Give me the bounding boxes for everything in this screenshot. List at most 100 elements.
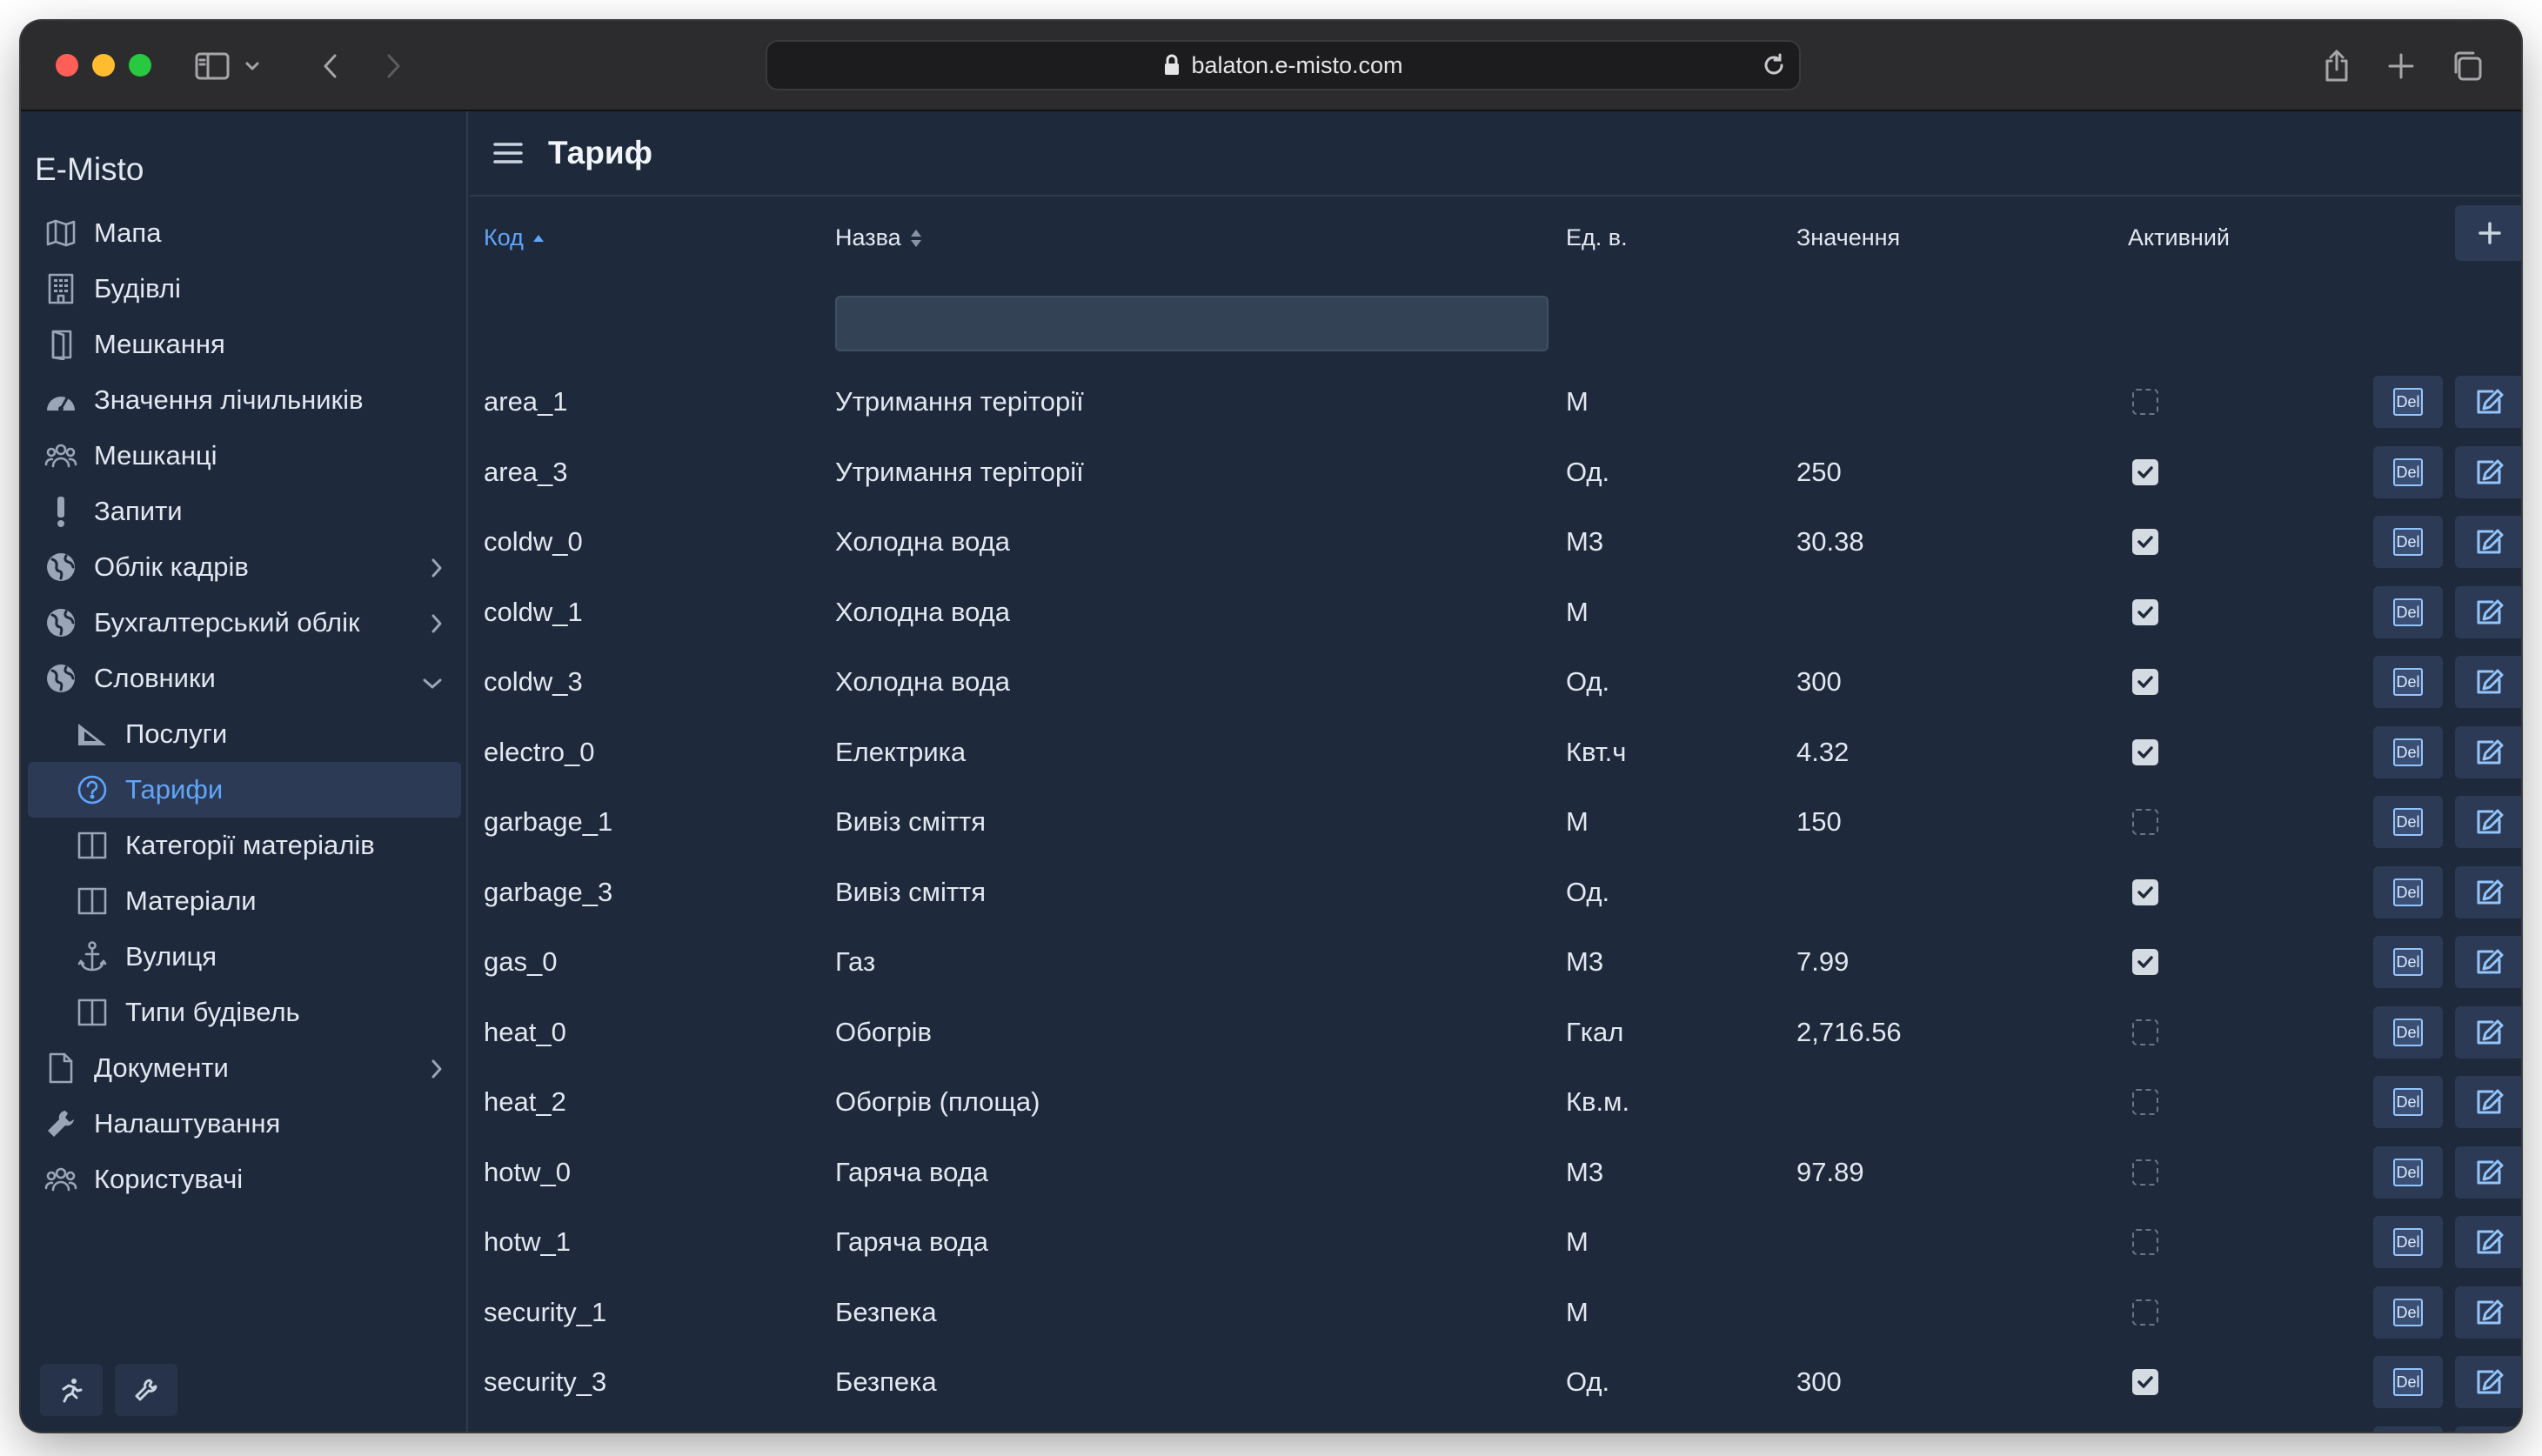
tabs-overview-icon[interactable] xyxy=(2448,45,2486,87)
sidebar-item-13[interactable]: Вулиця xyxy=(28,929,461,985)
sidebar-item-11[interactable]: Категорії матеріалів xyxy=(28,818,461,873)
globe-icon xyxy=(43,605,78,640)
close-window-button[interactable] xyxy=(56,54,78,77)
active-checkbox[interactable] xyxy=(2132,1159,2158,1186)
sidebar-item-8[interactable]: Словники xyxy=(28,651,461,706)
sidebar-item-6[interactable]: Облік кадрів xyxy=(28,539,461,595)
delete-button[interactable]: Del xyxy=(2373,936,2443,988)
sidebar-item-5[interactable]: Запити xyxy=(28,484,461,539)
sidebar-item-3[interactable]: Значення лічильників xyxy=(28,372,461,428)
sidebar-item-4[interactable]: Мешканці xyxy=(28,428,461,484)
maximize-window-button[interactable] xyxy=(129,54,151,77)
sidebar-item-16[interactable]: Налаштування xyxy=(28,1096,461,1152)
sidebar-item-17[interactable]: Користувачі xyxy=(28,1152,461,1207)
delete-button[interactable]: Del xyxy=(2373,1076,2443,1128)
address-bar[interactable]: balaton.e-misto.com xyxy=(766,40,1801,90)
edit-button[interactable] xyxy=(2455,725,2521,778)
edit-button[interactable] xyxy=(2455,865,2521,918)
delete-button[interactable]: Del xyxy=(2373,656,2443,708)
edit-button[interactable] xyxy=(2455,656,2521,708)
sidebar: E-Misto Мапа Будівлі Мешкання Значення лічи… xyxy=(21,111,468,1432)
sidebar-item-14[interactable]: Типи будівель xyxy=(28,985,461,1040)
sidebar-item-12[interactable]: Матеріали xyxy=(28,873,461,929)
add-button[interactable] xyxy=(2455,205,2521,261)
wrench-icon[interactable] xyxy=(115,1364,177,1416)
delete-button[interactable]: Del xyxy=(2373,1426,2443,1432)
edit-button[interactable] xyxy=(2455,1216,2521,1268)
anchor-icon xyxy=(75,939,110,974)
cell-name: Холодна вода xyxy=(835,596,1010,627)
delete-button[interactable]: Del xyxy=(2373,1216,2443,1268)
active-checkbox[interactable] xyxy=(2132,1089,2158,1116)
columns-icon xyxy=(75,995,110,1030)
active-checkbox[interactable] xyxy=(2132,529,2158,556)
active-checkbox[interactable] xyxy=(2132,878,2158,905)
active-checkbox[interactable] xyxy=(2132,1299,2158,1326)
delete-icon: Del xyxy=(2393,1368,2423,1396)
forward-button[interactable] xyxy=(376,45,411,87)
sort-ascending-icon xyxy=(532,234,545,243)
active-checkbox[interactable] xyxy=(2132,598,2158,625)
reload-icon[interactable] xyxy=(1761,52,1787,84)
delete-button[interactable]: Del xyxy=(2373,585,2443,638)
edit-icon xyxy=(2475,1299,2505,1326)
sidebar-item-9[interactable]: Послуги xyxy=(28,706,461,762)
delete-button[interactable]: Del xyxy=(2373,1286,2443,1339)
active-checkbox[interactable] xyxy=(2132,1019,2158,1045)
columns-icon xyxy=(75,828,110,863)
new-tab-icon[interactable] xyxy=(2382,45,2420,87)
delete-button[interactable]: Del xyxy=(2373,1145,2443,1199)
edit-button[interactable] xyxy=(2455,516,2521,568)
table-row: area_1 Утримання теріторії М Del xyxy=(470,367,2521,437)
column-header-code[interactable]: Код xyxy=(484,224,545,251)
users-icon xyxy=(43,1162,78,1197)
menu-icon[interactable] xyxy=(491,136,525,170)
sidebar-item-10[interactable]: Тарифи xyxy=(28,762,461,818)
sidebar-item-1[interactable]: Будівлі xyxy=(28,261,461,317)
column-header-name[interactable]: Назва xyxy=(835,224,922,251)
edit-button[interactable] xyxy=(2455,1076,2521,1128)
delete-button[interactable]: Del xyxy=(2373,1005,2443,1059)
edit-button[interactable] xyxy=(2455,1286,2521,1339)
table-row: gas_0 Газ М3 7.99 Del xyxy=(470,927,2521,998)
edit-button[interactable] xyxy=(2455,445,2521,498)
edit-button[interactable] xyxy=(2455,585,2521,638)
edit-button[interactable] xyxy=(2455,1426,2521,1432)
delete-button[interactable]: Del xyxy=(2373,376,2443,428)
running-person-icon[interactable] xyxy=(40,1364,103,1416)
sidebar-item-7[interactable]: Бухгалтерський облік xyxy=(28,595,461,651)
chevron-down-icon[interactable] xyxy=(242,45,263,87)
active-checkbox[interactable] xyxy=(2132,458,2158,485)
edit-button[interactable] xyxy=(2455,1356,2521,1408)
sidebar-item-0[interactable]: Мапа xyxy=(28,205,461,261)
delete-button[interactable]: Del xyxy=(2373,445,2443,498)
minimize-window-button[interactable] xyxy=(92,54,115,77)
edit-button[interactable] xyxy=(2455,1145,2521,1199)
sidebar-toggle-icon[interactable] xyxy=(191,45,233,87)
delete-button[interactable]: Del xyxy=(2373,516,2443,568)
delete-button[interactable]: Del xyxy=(2373,865,2443,918)
active-checkbox[interactable] xyxy=(2132,1369,2158,1396)
edit-button[interactable] xyxy=(2455,1005,2521,1059)
active-checkbox[interactable] xyxy=(2132,738,2158,765)
active-checkbox[interactable] xyxy=(2132,809,2158,836)
share-icon[interactable] xyxy=(2318,45,2356,87)
sidebar-item-15[interactable]: Документи xyxy=(28,1040,461,1096)
active-checkbox[interactable] xyxy=(2132,389,2158,416)
active-checkbox[interactable] xyxy=(2132,949,2158,976)
edit-button[interactable] xyxy=(2455,376,2521,428)
edit-button[interactable] xyxy=(2455,936,2521,988)
delete-button[interactable]: Del xyxy=(2373,725,2443,778)
sidebar-item-2[interactable]: Мешкання xyxy=(28,317,461,372)
delete-icon: Del xyxy=(2393,528,2423,556)
name-filter-input[interactable] xyxy=(835,296,1549,351)
delete-button[interactable]: Del xyxy=(2373,796,2443,848)
sidebar-item-label: Матеріали xyxy=(125,885,257,916)
delete-button[interactable]: Del xyxy=(2373,1356,2443,1408)
back-button[interactable] xyxy=(313,45,348,87)
delete-icon: Del xyxy=(2393,1228,2423,1256)
cell-active xyxy=(2128,507,2163,578)
active-checkbox[interactable] xyxy=(2132,669,2158,696)
active-checkbox[interactable] xyxy=(2132,1229,2158,1256)
edit-button[interactable] xyxy=(2455,796,2521,848)
